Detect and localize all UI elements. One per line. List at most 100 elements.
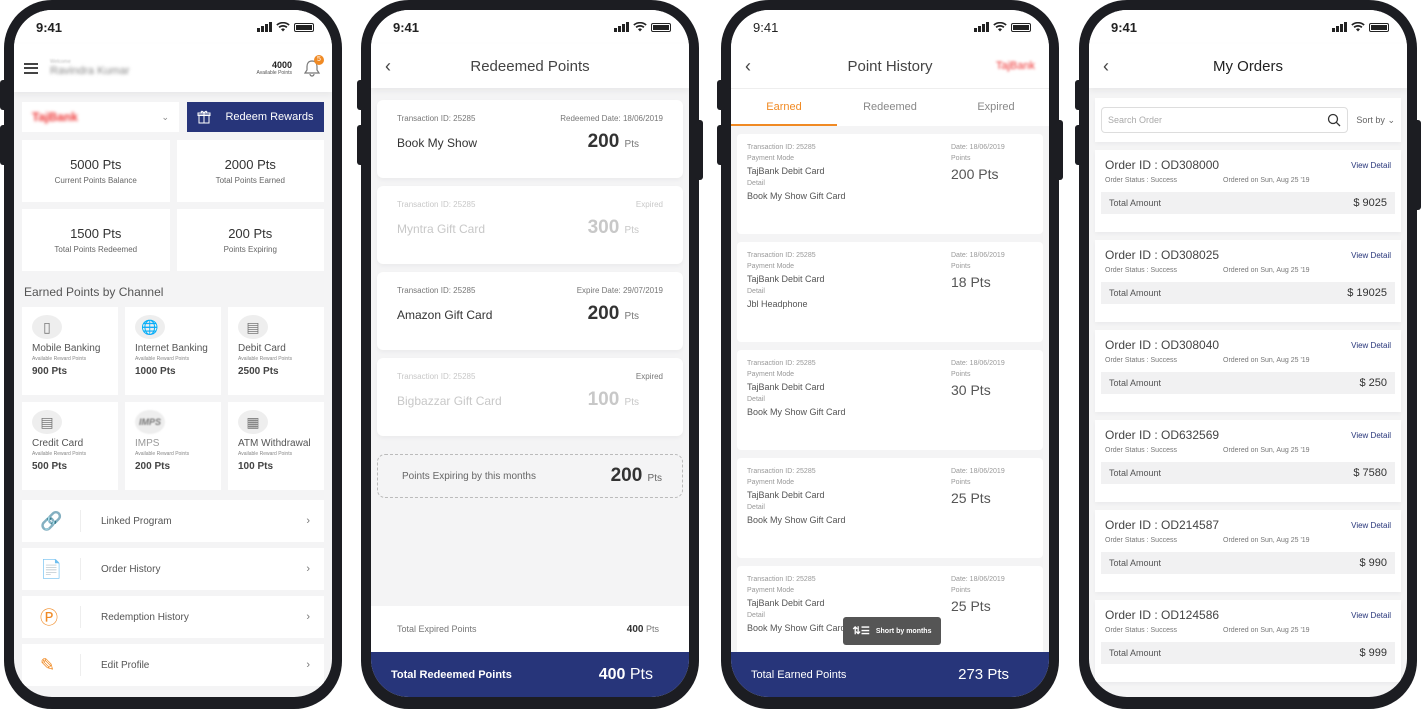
- transaction-id: Transaction ID: 25285: [397, 372, 476, 381]
- menu-item-label: Linked Program: [101, 515, 172, 527]
- card-status: Expired: [635, 372, 663, 381]
- transaction-date: Date: 18/06/2019: [951, 144, 1005, 151]
- status-bar: 9:41: [14, 10, 332, 44]
- stat-value: 1500 Pts: [70, 226, 122, 241]
- tab-redeemed[interactable]: Redeemed: [837, 89, 943, 126]
- history-card[interactable]: Transaction ID: 25285 Payment Mode TajBank…: [737, 566, 1043, 666]
- order-date: Ordered on Sun, Aug 25 '19: [1223, 627, 1310, 634]
- tab-earned[interactable]: Earned: [731, 89, 837, 126]
- total-amount-value: $ 7580: [1353, 467, 1387, 479]
- total-amount-label: Total Amount: [1109, 378, 1162, 388]
- total-earned-value: 273 Pts: [958, 666, 1009, 683]
- total-expired-unit: Pts: [645, 623, 659, 634]
- redeemed-card[interactable]: Transaction ID: 25285 Redeemed Date: 18/0…: [377, 100, 683, 178]
- transaction-id: Transaction ID: 25285: [397, 114, 476, 123]
- battery-icon: [1369, 22, 1389, 32]
- bank-selector[interactable]: TajBank: [996, 60, 1035, 72]
- total-amount-row: Total Amount $ 250: [1101, 372, 1395, 394]
- phone-dashboard: 9:41 Welcome Ravindra Kumar 4000 Availab…: [0, 0, 342, 709]
- payment-mode-label: Payment Mode: [747, 479, 795, 486]
- phone-my-orders: 9:41 ‹ My Orders Sort by ⌄ Order ID : OD…: [1075, 0, 1421, 709]
- history-card[interactable]: Transaction ID: 25285 Payment Mode TajBank…: [737, 458, 1043, 558]
- order-status: Order Status : Success: [1105, 267, 1177, 274]
- view-detail-link[interactable]: View Detail: [1351, 251, 1391, 260]
- total-redeemed-unit: Pts: [629, 665, 653, 683]
- menu-item-redemption-history[interactable]: Ⓟ Redemption History ›: [22, 596, 324, 638]
- payment-mode-value: TajBank Debit Card: [747, 274, 825, 284]
- dashboard-screen: 9:41 Welcome Ravindra Kumar 4000 Availab…: [14, 10, 332, 697]
- view-detail-link[interactable]: View Detail: [1351, 521, 1391, 530]
- credit-card-icon: ▤: [32, 410, 62, 434]
- total-redeemed-bar: Total Redeemed Points 400 Pts: [371, 652, 689, 697]
- transaction-date: Date: 18/06/2019: [951, 360, 1005, 367]
- detail-label: Detail: [747, 504, 765, 511]
- history-card[interactable]: Transaction ID: 25285 Payment Mode TajBank…: [737, 134, 1043, 234]
- detail-label: Detail: [747, 180, 765, 187]
- notification-button[interactable]: 5: [302, 55, 324, 78]
- menu-item-edit-profile[interactable]: ✎ Edit Profile ›: [22, 644, 324, 686]
- total-amount-row: Total Amount $ 990: [1101, 552, 1395, 574]
- detail-value: Book My Show Gift Card: [747, 623, 846, 633]
- menu-item-order-history[interactable]: 📄 Order History ›: [22, 548, 324, 590]
- page-title: Redeemed Points: [470, 57, 590, 75]
- menu-icon[interactable]: [24, 62, 38, 74]
- view-detail-link[interactable]: View Detail: [1351, 611, 1391, 620]
- stat-current-balance[interactable]: 5000 Pts Current Points Balance: [22, 140, 170, 202]
- chevron-right-icon: ›: [306, 611, 310, 623]
- bank-select[interactable]: TajBank ⌄: [22, 102, 179, 132]
- redeemed-card[interactable]: Transaction ID: 25285 Expire Date: 29/07/…: [377, 272, 683, 350]
- menu-item-linked-program[interactable]: 🔗 Linked Program ›: [22, 500, 324, 542]
- stat-total-earned[interactable]: 2000 Pts Total Points Earned: [176, 140, 324, 202]
- total-amount-value: $ 990: [1359, 557, 1387, 569]
- sort-by-months-button[interactable]: ⇅☰ Short by months: [843, 617, 941, 645]
- redeemed-card-expired[interactable]: Transaction ID: 25285 Expired Bigbazzar G…: [377, 358, 683, 436]
- user-block: Welcome Ravindra Kumar: [50, 59, 257, 77]
- available-points-value: 4000: [271, 60, 292, 70]
- mobile-phone-icon: ▯: [32, 315, 62, 339]
- channel-imps[interactable]: IMPS IMPS Available Reward Points 200 Pt…: [125, 402, 221, 490]
- back-arrow-icon[interactable]: ‹: [385, 56, 391, 77]
- channel-atm-withdrawal[interactable]: ▦ ATM Withdrawal Available Reward Points…: [228, 402, 324, 490]
- status-bar: 9:41: [731, 10, 1049, 44]
- detail-value: Book My Show Gift Card: [747, 515, 846, 525]
- tab-expired[interactable]: Expired: [943, 89, 1049, 126]
- points-expiring-box: Points Expiring by this months 200 Pts: [377, 454, 683, 498]
- channel-mobile-banking[interactable]: ▯ Mobile Banking Available Reward Points…: [22, 307, 118, 395]
- back-arrow-icon[interactable]: ‹: [1103, 56, 1109, 77]
- status-time: 9:41: [36, 19, 63, 35]
- item-points: 200 Pts: [588, 131, 639, 153]
- order-status: Order Status : Success: [1105, 177, 1177, 184]
- view-detail-link[interactable]: View Detail: [1351, 341, 1391, 350]
- search-order-input[interactable]: [1108, 115, 1328, 125]
- redeemed-card-expired[interactable]: Transaction ID: 25285 Expired Myntra Gift…: [377, 186, 683, 264]
- notification-badge: 5: [314, 55, 324, 65]
- channel-debit-card[interactable]: ▤ Debit Card Available Reward Points 250…: [228, 307, 324, 395]
- detail-label: Detail: [747, 288, 765, 295]
- signal-icon: [614, 22, 629, 32]
- channel-credit-card[interactable]: ▤ Credit Card Available Reward Points 50…: [22, 402, 118, 490]
- channel-points: 900 Pts: [32, 366, 68, 377]
- points-label: Points: [951, 479, 971, 486]
- points-label: Points: [951, 155, 971, 162]
- order-status: Order Status : Success: [1105, 357, 1177, 364]
- view-detail-link[interactable]: View Detail: [1351, 161, 1391, 170]
- stat-points-expiring[interactable]: 200 Pts Points Expiring: [176, 209, 324, 271]
- points-unit: Pts: [624, 311, 639, 322]
- channel-internet-banking[interactable]: 🌐 Internet Banking Available Reward Poin…: [125, 307, 221, 395]
- back-arrow-icon[interactable]: ‹: [745, 56, 751, 77]
- history-card[interactable]: Transaction ID: 25285 Payment Mode TajBank…: [737, 350, 1043, 450]
- total-amount-label: Total Amount: [1109, 198, 1162, 208]
- search-icon[interactable]: [1327, 113, 1341, 127]
- total-expired-number: 400: [626, 623, 644, 635]
- battery-icon: [294, 22, 314, 32]
- history-card[interactable]: Transaction ID: 25285 Payment Mode TajBank…: [737, 242, 1043, 342]
- redeem-rewards-button[interactable]: Redeem Rewards: [187, 102, 324, 132]
- view-detail-link[interactable]: View Detail: [1351, 431, 1391, 440]
- order-date: Ordered on Sun, Aug 25 '19: [1223, 177, 1310, 184]
- sort-by-dropdown[interactable]: Sort by ⌄: [1356, 115, 1395, 126]
- transaction-id: Transaction ID: 25285: [397, 200, 476, 209]
- channel-sub: Available Reward Points: [238, 451, 293, 457]
- battery-icon: [651, 22, 671, 32]
- stat-total-redeemed[interactable]: 1500 Pts Total Points Redeemed: [22, 209, 170, 271]
- wifi-icon: [1351, 22, 1365, 32]
